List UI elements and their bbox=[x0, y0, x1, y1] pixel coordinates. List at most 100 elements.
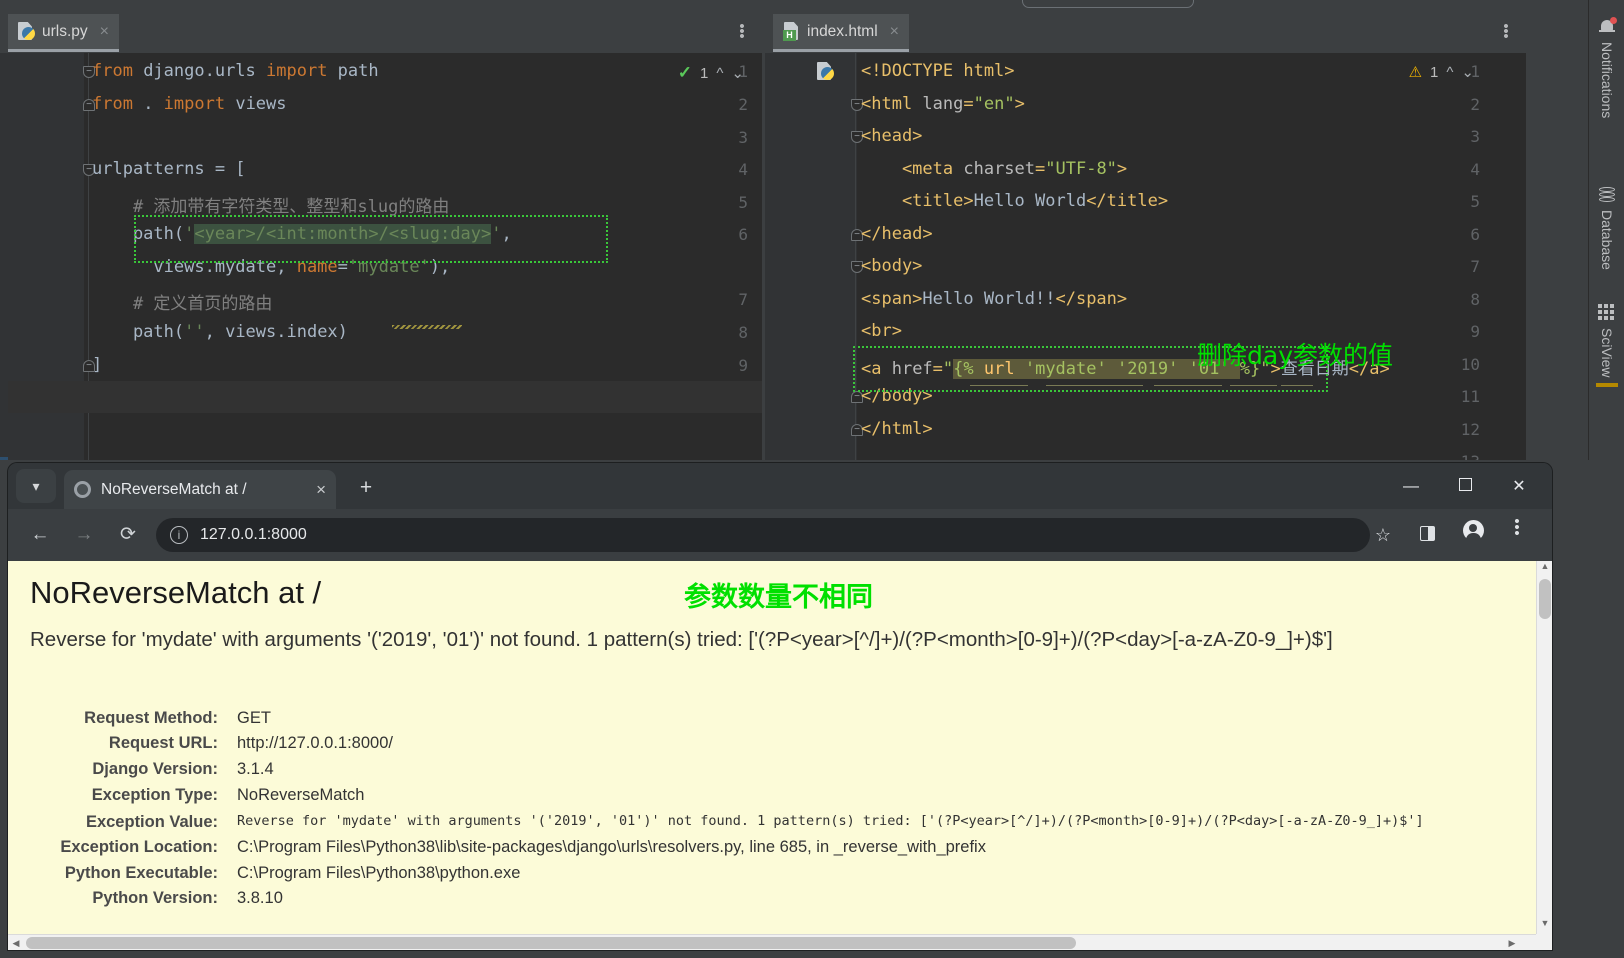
database-icon bbox=[1598, 186, 1616, 204]
rail-item-database[interactable]: Database bbox=[1589, 186, 1624, 270]
code-token: </title> bbox=[1086, 191, 1169, 211]
scroll-up-arrow[interactable]: ▲ bbox=[1537, 561, 1552, 577]
globe-icon bbox=[74, 481, 91, 498]
close-window-button[interactable]: ✕ bbox=[1496, 472, 1542, 502]
right-editor-options-icon[interactable]: • • • bbox=[1498, 19, 1514, 44]
scroll-left-arrow[interactable]: ◀ bbox=[8, 935, 24, 950]
code-line-9-bracket: ] bbox=[92, 355, 102, 375]
chevron-up-icon[interactable]: ^ bbox=[716, 65, 723, 82]
warning-icon: ⚠ bbox=[1408, 64, 1423, 81]
code-token: django.urls bbox=[143, 61, 267, 81]
code-token: <html bbox=[861, 94, 923, 114]
line-number: 4 bbox=[738, 160, 748, 179]
scrollbar-thumb[interactable] bbox=[1539, 579, 1551, 619]
right-gutter bbox=[765, 53, 857, 460]
ide-top-strip bbox=[0, 0, 1624, 10]
profile-button[interactable] bbox=[1456, 519, 1490, 551]
address-bar[interactable]: i 127.0.0.1:8000 bbox=[156, 518, 1370, 552]
line-number: 6 bbox=[738, 225, 748, 244]
bookmark-star-icon[interactable]: ☆ bbox=[1366, 519, 1400, 551]
browser-menu-button[interactable]: • • • bbox=[1500, 514, 1534, 551]
address-bar-url: 127.0.0.1:8000 bbox=[200, 526, 307, 543]
code-line-7-comment: # 定义首页的路由 bbox=[92, 289, 272, 314]
code-token: . bbox=[143, 94, 164, 114]
left-edge-marker bbox=[0, 457, 8, 460]
warning-squiggle bbox=[392, 325, 462, 329]
code-token: '' bbox=[184, 322, 205, 342]
line-number: 3 bbox=[738, 128, 748, 147]
maximize-button[interactable] bbox=[1442, 472, 1488, 502]
inspection-count: 1 bbox=[700, 64, 709, 82]
minimize-button[interactable]: — bbox=[1388, 472, 1434, 502]
rail-label: Database bbox=[1599, 210, 1615, 270]
chevron-down-icon[interactable]: ⌄ bbox=[731, 64, 744, 82]
new-tab-button[interactable]: + bbox=[352, 475, 380, 503]
code-token: views bbox=[235, 94, 287, 114]
back-button[interactable]: ← bbox=[24, 519, 56, 551]
rail-item-notifications[interactable]: Notifications bbox=[1589, 17, 1624, 118]
close-icon[interactable]: × bbox=[316, 480, 326, 500]
detail-value: GET bbox=[237, 709, 271, 727]
run-python-gutter-icon[interactable] bbox=[817, 62, 834, 81]
code-token: "en" bbox=[973, 94, 1015, 114]
line-number: 2 bbox=[738, 95, 748, 114]
left-code-area[interactable]: 1 2 3 4 5 6 7 8 9 10 − − − − from dj bbox=[0, 53, 762, 460]
scroll-down-arrow[interactable]: ▼ bbox=[1537, 918, 1552, 934]
ide-right-toolbar: Notifications Database SciView bbox=[1588, 0, 1624, 460]
code-token: = bbox=[1035, 159, 1046, 179]
code-token: <head> bbox=[861, 126, 923, 146]
code-token: path( bbox=[92, 322, 185, 342]
template-tag-underline bbox=[1230, 385, 1277, 386]
scroll-right-arrow[interactable]: ▶ bbox=[1504, 935, 1520, 950]
ide-top-pill bbox=[1022, 0, 1194, 8]
close-icon[interactable]: × bbox=[100, 23, 109, 41]
side-panel-icon bbox=[1419, 526, 1435, 541]
error-summary: Reverse for 'mydate' with arguments '('2… bbox=[30, 628, 1333, 651]
detail-value: 3.8.10 bbox=[237, 889, 283, 907]
code-token: urlpatterns = [ bbox=[92, 159, 246, 179]
page-horizontal-scrollbar[interactable]: ◀ ▶ bbox=[8, 934, 1536, 950]
scrollbar-corner bbox=[1536, 934, 1552, 950]
reload-button[interactable]: ⟳ bbox=[112, 519, 144, 551]
page-vertical-scrollbar[interactable]: ▲ ▼ bbox=[1536, 561, 1552, 934]
line-number: 7 bbox=[738, 290, 748, 309]
line-number: 6 bbox=[1470, 225, 1480, 244]
left-editor-tabbar: urls.py × • • • bbox=[0, 10, 762, 53]
tab-urls-py[interactable]: urls.py × bbox=[8, 14, 119, 52]
left-editor-options-icon[interactable]: • • • bbox=[734, 19, 750, 44]
chrome-browser-window: ▾ NoReverseMatch at / × + — ✕ ← → ⟳ i 12… bbox=[8, 463, 1552, 950]
right-code-area[interactable]: 1 2 3 4 5 6 7 8 9 10 11 12 13 − − bbox=[765, 53, 1526, 460]
code-token: lang bbox=[922, 94, 964, 114]
chevron-down-icon[interactable]: ⌄ bbox=[1461, 63, 1474, 81]
side-panel-button[interactable] bbox=[1410, 519, 1444, 551]
code-token: <title> bbox=[861, 191, 974, 211]
detail-value: NoReverseMatch bbox=[237, 786, 365, 804]
code-token: "UTF-8" bbox=[1045, 159, 1117, 179]
browser-tab[interactable]: NoReverseMatch at / × bbox=[64, 470, 336, 509]
tab-label: urls.py bbox=[42, 22, 88, 40]
left-inspection-widget[interactable]: ✓ 1 ^ ⌄ bbox=[678, 63, 744, 83]
page-annotation-text: 参数数量不相同 bbox=[684, 582, 873, 613]
code-line-8: <span>Hello World!!</span> bbox=[861, 289, 1127, 309]
tab-search-button[interactable]: ▾ bbox=[16, 469, 56, 503]
chevron-up-icon[interactable]: ^ bbox=[1446, 64, 1453, 81]
screen-root: urls.py × • • • 1 2 3 4 5 6 7 8 9 − − − … bbox=[0, 0, 1624, 958]
detail-key: Django Version: bbox=[92, 760, 218, 778]
left-highlight-box bbox=[134, 215, 608, 263]
line-number: 8 bbox=[1470, 290, 1480, 309]
line-number: 5 bbox=[738, 193, 748, 212]
code-token: from bbox=[92, 94, 144, 114]
code-token: </html> bbox=[861, 419, 933, 439]
tab-index-html[interactable]: index.html × bbox=[773, 14, 909, 52]
browser-tabstrip: ▾ NoReverseMatch at / × + — ✕ bbox=[8, 463, 1552, 509]
forward-button[interactable]: → bbox=[68, 519, 100, 551]
code-token: Hello World bbox=[973, 191, 1087, 211]
close-icon[interactable]: × bbox=[890, 23, 899, 41]
info-circle-icon[interactable]: i bbox=[170, 526, 188, 544]
rail-item-sciview[interactable]: SciView bbox=[1589, 304, 1624, 378]
code-line-12: </html> bbox=[861, 419, 933, 439]
profile-avatar-icon bbox=[1462, 520, 1484, 542]
right-inspection-widget[interactable]: ⚠ 1 ^ ⌄ bbox=[1408, 63, 1474, 82]
scrollbar-thumb[interactable] bbox=[26, 937, 1076, 949]
line-number: 9 bbox=[1470, 322, 1480, 341]
